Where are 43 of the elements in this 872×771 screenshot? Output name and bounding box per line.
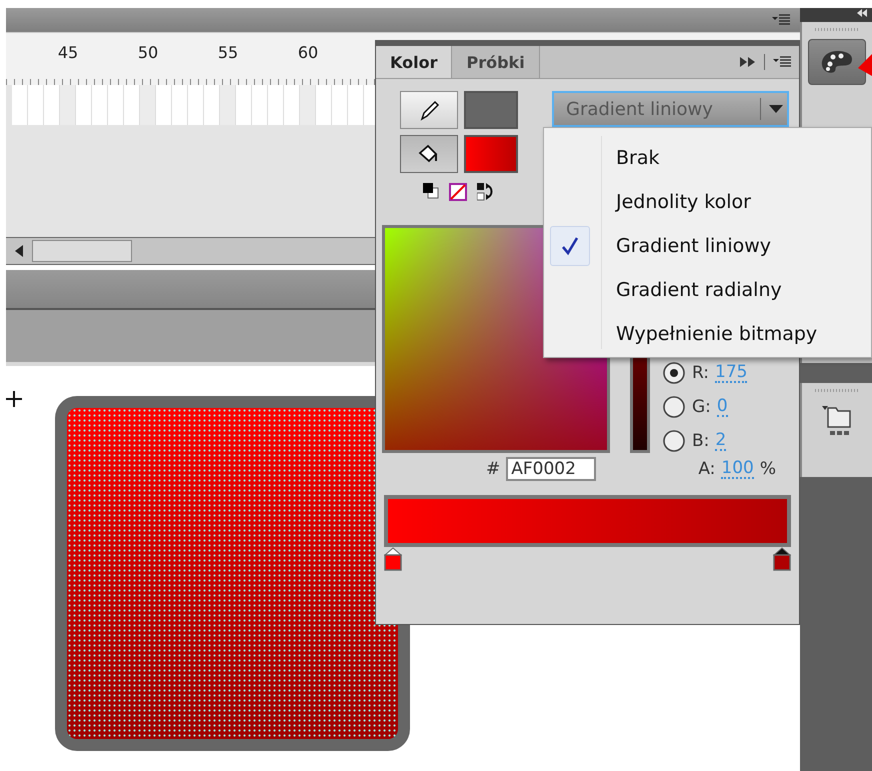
folder-icon <box>820 404 854 438</box>
scrollbar-thumb[interactable] <box>32 240 132 262</box>
hex-input[interactable]: AF0002 <box>506 457 596 481</box>
stroke-color-swatch[interactable] <box>464 91 518 129</box>
collapse-icon[interactable] <box>856 8 868 18</box>
radio-button[interactable] <box>662 361 686 385</box>
panel-tab[interactable]: Próbki <box>452 46 540 78</box>
frame-number: 60 <box>296 43 320 62</box>
radio-button[interactable] <box>662 395 686 419</box>
menu-item[interactable]: Wypełnienie bitmapy <box>544 312 871 356</box>
scroll-left-icon[interactable] <box>15 245 23 257</box>
pointer-arrow <box>858 54 872 76</box>
radio-button[interactable] <box>662 429 686 453</box>
channel-label: B: <box>692 431 710 451</box>
percent-sign: % <box>760 459 776 479</box>
stroke-color-button[interactable] <box>400 91 458 129</box>
gradient-stop[interactable] <box>384 547 402 571</box>
pencil-icon <box>418 99 440 121</box>
fill-color-button[interactable] <box>400 135 458 173</box>
gradient-stop[interactable] <box>773 547 791 571</box>
panel-menu-icon[interactable] <box>773 56 791 68</box>
dropdown-caret-icon <box>769 104 783 114</box>
frame-number: 50 <box>136 43 160 62</box>
frame-number: 55 <box>216 43 240 62</box>
default-colors-icon[interactable] <box>423 183 439 199</box>
crosshair-cursor-icon <box>6 391 22 407</box>
menu-item[interactable]: Gradient liniowy <box>544 224 871 268</box>
swap-colors-icon[interactable] <box>477 183 495 201</box>
hex-prefix: # <box>486 459 500 479</box>
channel-label: G: <box>692 397 711 417</box>
alpha-label: A: <box>698 459 716 479</box>
menu-item[interactable]: Gradient radialny <box>544 268 871 312</box>
panel-menu-icon[interactable] <box>772 14 790 26</box>
fill-color-swatch[interactable] <box>464 135 518 173</box>
no-color-icon[interactable] <box>449 183 467 201</box>
palette-icon <box>820 49 854 75</box>
frame-number: 45 <box>56 43 80 62</box>
menu-item[interactable]: Brak <box>544 136 871 180</box>
menu-item[interactable]: Jednolity kolor <box>544 180 871 224</box>
color-panel-button[interactable] <box>808 39 866 85</box>
channel-label: R: <box>692 363 710 383</box>
expand-icon[interactable] <box>740 56 756 68</box>
panel-tab[interactable]: Kolor <box>376 46 452 78</box>
